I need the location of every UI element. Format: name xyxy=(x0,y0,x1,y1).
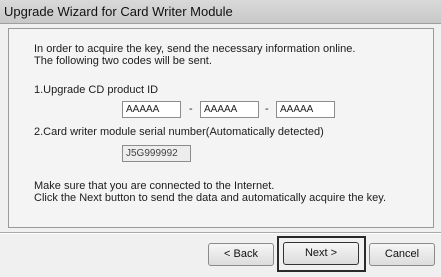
product-id-field-2[interactable]: AAAAA xyxy=(200,101,259,118)
button-separator xyxy=(0,232,441,234)
wizard-window: Upgrade Wizard for Card Writer Module In… xyxy=(0,0,441,277)
title-bar[interactable]: Upgrade Wizard for Card Writer Module xyxy=(0,0,441,24)
serial-number-field: J5G999992 xyxy=(122,145,191,162)
serial-label: 2.Card writer module serial number(Autom… xyxy=(34,126,324,138)
product-id-field-3[interactable]: AAAAA xyxy=(276,101,335,118)
product-id-dash-1: - xyxy=(189,103,193,115)
notice-line-2: Click the Next button to send the data a… xyxy=(34,192,386,204)
cancel-button[interactable]: Cancel xyxy=(369,243,435,266)
product-id-field-1[interactable]: AAAAA xyxy=(122,101,181,118)
product-id-dash-2: - xyxy=(265,103,269,115)
next-button[interactable]: Next > xyxy=(283,242,359,265)
instruction-line-2: The following two codes will be sent. xyxy=(34,55,212,67)
window-title: Upgrade Wizard for Card Writer Module xyxy=(4,4,233,19)
back-button[interactable]: < Back xyxy=(208,243,274,266)
product-id-label: 1.Upgrade CD product ID xyxy=(34,84,159,96)
